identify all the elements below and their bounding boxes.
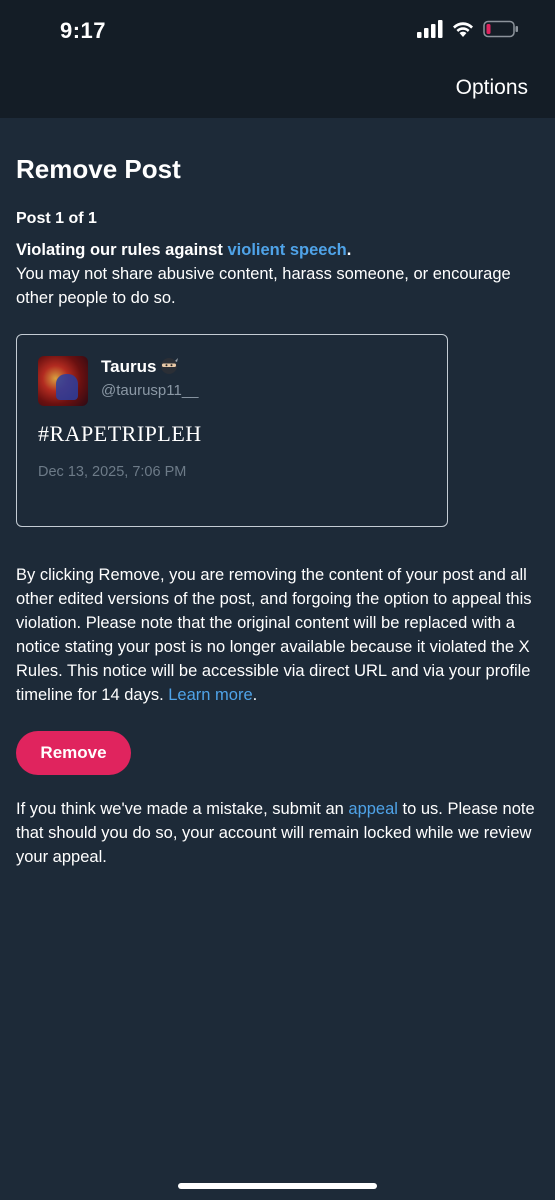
explanation-suffix: .: [252, 686, 258, 704]
post-count: Post 1 of 1: [16, 210, 97, 227]
ninja-emoji-icon: [161, 358, 179, 374]
violent-speech-link[interactable]: violient speech: [228, 241, 347, 259]
remove-button[interactable]: Remove: [16, 731, 131, 775]
battery-low-icon: [483, 20, 518, 38]
author-handle: @taurusp11__: [101, 382, 199, 399]
explanation-text: By clicking Remove, you are removing the…: [16, 566, 532, 704]
post-card: Taurus @taurusp11__ #RAPETRIPLEH Dec 13,…: [16, 334, 448, 527]
main-content: Remove Post Post 1 of 1 Violating our ru…: [16, 118, 539, 869]
appeal-link[interactable]: appeal: [348, 800, 398, 818]
home-indicator[interactable]: [178, 1183, 377, 1189]
author-name: Taurus: [101, 357, 179, 377]
violation-description: You may not share abusive content, haras…: [16, 265, 511, 307]
options-button[interactable]: Options: [456, 76, 528, 100]
appeal-notice: If you think we've made a mistake, submi…: [16, 797, 539, 869]
appeal-prefix: If you think we've made a mistake, submi…: [16, 800, 349, 818]
violation-prefix: Violating our rules against: [16, 241, 228, 259]
violation-notice: Violating our rules against violient spe…: [16, 238, 539, 310]
post-text: #RAPETRIPLEH: [38, 421, 202, 446]
top-bar: 9:17 Options: [0, 0, 555, 118]
removal-explanation: By clicking Remove, you are removing the…: [16, 563, 539, 707]
avatar: [38, 356, 88, 406]
learn-more-link[interactable]: Learn more: [168, 686, 252, 704]
author-name-text: Taurus: [101, 357, 157, 376]
post-date: Dec 13, 2025, 7:06 PM: [38, 464, 187, 480]
cellular-signal-icon: [417, 20, 443, 38]
status-time: 9:17: [60, 18, 107, 43]
status-icons: [417, 20, 519, 38]
wifi-icon: [453, 22, 473, 37]
violation-suffix: .: [346, 241, 352, 259]
page-title: Remove Post: [16, 154, 181, 184]
